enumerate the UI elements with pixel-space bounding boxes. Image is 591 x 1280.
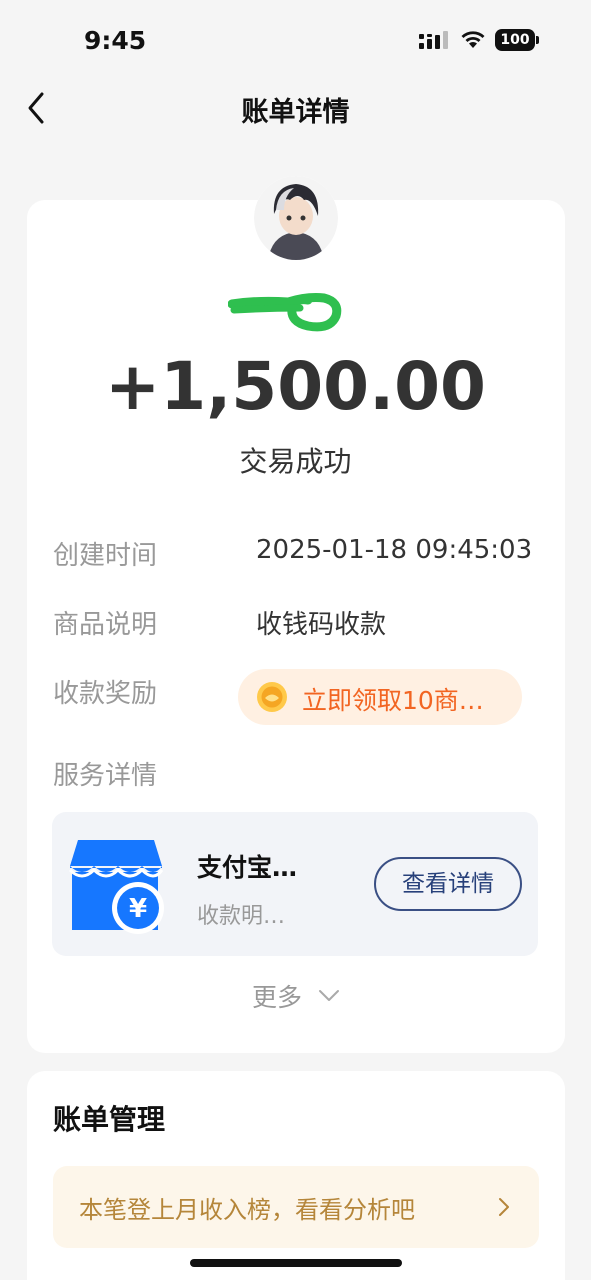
income-analysis-text: 本笔登上月收入榜，看看分析吧 <box>79 1196 415 1224</box>
created-time-value: 2025-01-18 09:45:03 <box>256 535 533 565</box>
avatar-image <box>254 176 338 260</box>
transaction-status: 交易成功 <box>239 445 352 478</box>
income-analysis-banner[interactable]: 本笔登上月收入榜，看看分析吧 <box>53 1166 539 1248</box>
service-subtitle: 收款明… <box>197 904 286 929</box>
item-description-label: 商品说明 <box>53 610 158 640</box>
redaction-scribble <box>228 293 342 332</box>
service-details-label: 服务详情 <box>53 761 158 791</box>
claim-reward-button[interactable]: 立即领取10商… <box>238 669 522 725</box>
coin-icon <box>257 682 287 712</box>
view-details-button[interactable]: 查看详情 <box>374 857 522 911</box>
chevron-right-icon <box>499 1198 509 1216</box>
chevron-down-icon[interactable] <box>318 988 340 1004</box>
svg-text:¥: ¥ <box>129 894 147 924</box>
created-time-label: 创建时间 <box>53 541 158 571</box>
reward-text: 立即领取10商… <box>302 686 484 715</box>
signal-icon <box>419 31 448 49</box>
home-indicator[interactable] <box>190 1259 402 1267</box>
avatar <box>254 176 338 260</box>
status-bar: 9:45 100 <box>0 0 591 80</box>
bill-management-title: 账单管理 <box>53 1103 166 1136</box>
status-time: 9:45 <box>84 26 147 55</box>
service-name: 支付宝… <box>197 853 298 882</box>
storefront-icon: ¥ <box>68 840 164 934</box>
more-toggle[interactable]: 更多 <box>252 978 302 1014</box>
battery-cap <box>536 36 539 44</box>
item-description-value: 收钱码收款 <box>256 610 387 640</box>
battery-level: 100 <box>500 32 530 48</box>
page-title: 账单详情 <box>241 97 350 128</box>
wifi-icon <box>461 31 485 48</box>
reward-label: 收款奖励 <box>53 679 158 709</box>
transaction-amount: +1,500.00 <box>105 348 486 425</box>
battery-indicator: 100 <box>495 29 539 51</box>
